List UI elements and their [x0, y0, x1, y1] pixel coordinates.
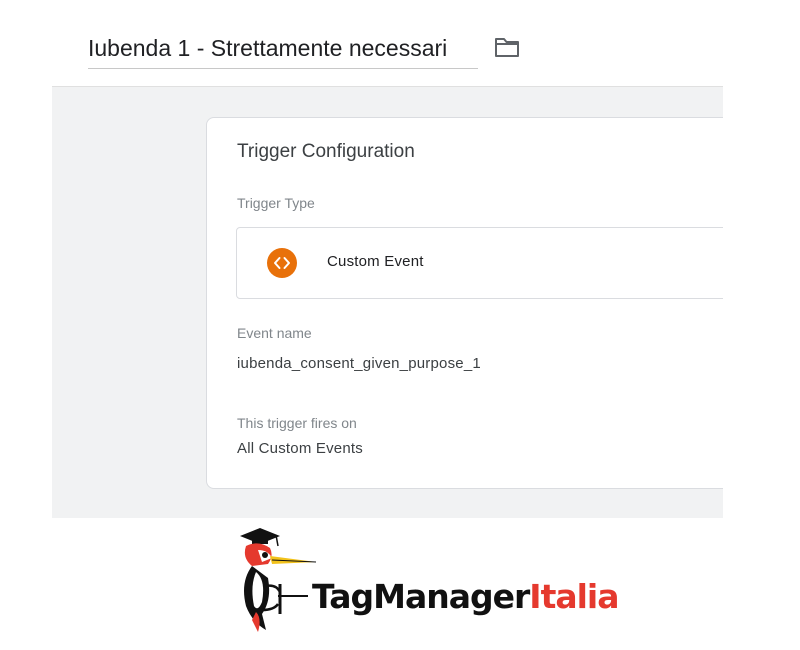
trigger-name-input[interactable]: Iubenda 1 - Strettamente necessari	[88, 28, 478, 69]
code-brackets-icon	[267, 248, 297, 278]
header-bar: Iubenda 1 - Strettamente necessari	[0, 0, 800, 86]
folder-icon[interactable]	[494, 36, 520, 58]
workspace-area: Trigger Configuration Trigger Type Custo…	[52, 86, 723, 518]
card-title: Trigger Configuration	[237, 141, 415, 162]
logo-text-italia: Italia	[529, 577, 619, 616]
fires-on-label: This trigger fires on	[237, 415, 357, 431]
woodpecker-mascot-icon	[240, 528, 317, 632]
trigger-type-label: Trigger Type	[237, 195, 315, 211]
fires-on-value: All Custom Events	[237, 440, 363, 457]
event-name-value: iubenda_consent_given_purpose_1	[237, 355, 481, 372]
event-name-label: Event name	[237, 325, 312, 341]
trigger-type-selector[interactable]: Custom Event	[236, 227, 723, 299]
tagmanageritalia-logo: TagManagerItalia	[232, 522, 642, 640]
trigger-type-name: Custom Event	[327, 253, 424, 270]
logo-text-tagmanager: TagManager	[312, 577, 530, 616]
trigger-configuration-card: Trigger Configuration Trigger Type Custo…	[206, 117, 723, 489]
logo-wordmark: TagManagerItalia	[312, 577, 620, 616]
